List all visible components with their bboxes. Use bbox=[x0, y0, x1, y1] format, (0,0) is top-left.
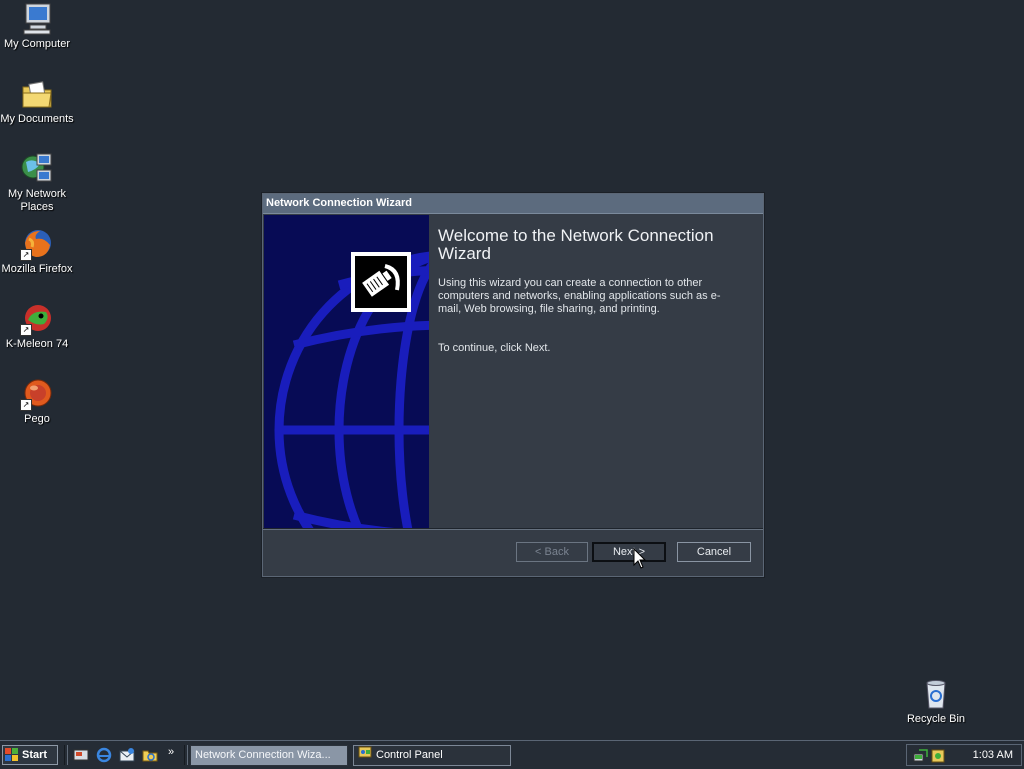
folder-icon bbox=[20, 77, 54, 111]
task-control-panel[interactable]: Control Panel bbox=[353, 745, 511, 766]
button-area-divider bbox=[263, 528, 763, 530]
outlook-express-icon[interactable] bbox=[119, 747, 135, 763]
wizard-side-banner bbox=[264, 215, 429, 528]
desktop-icon-pego[interactable]: ↗ Pego bbox=[0, 377, 74, 426]
recycle-bin-icon bbox=[919, 677, 953, 711]
network-cable-icon bbox=[351, 252, 411, 312]
shortcut-arrow-icon: ↗ bbox=[20, 324, 32, 336]
quick-launch-more-button[interactable]: » bbox=[168, 746, 174, 758]
window-titlebar[interactable]: Network Connection Wizard bbox=[263, 194, 763, 214]
show-desktop-icon[interactable] bbox=[73, 747, 89, 763]
computer-icon bbox=[20, 2, 54, 36]
shortcut-arrow-icon: ↗ bbox=[20, 249, 32, 261]
task-network-connection-wizard[interactable]: Network Connection Wiza... bbox=[190, 745, 348, 766]
desktop-icon-label: My Documents bbox=[0, 113, 74, 125]
desktop-icon-my-computer[interactable]: My Computer bbox=[0, 2, 74, 51]
wizard-description: Using this wizard you can create a conne… bbox=[438, 277, 721, 315]
system-tray: 1:03 AM bbox=[906, 744, 1022, 766]
shortcut-arrow-icon: ↗ bbox=[20, 399, 32, 411]
desktop-icon-label: Mozilla Firefox bbox=[1, 263, 73, 275]
security-tray-icon[interactable] bbox=[931, 748, 945, 767]
mouse-pointer-icon bbox=[633, 547, 647, 573]
kmeleon-icon: ↗ bbox=[20, 302, 54, 336]
windows-logo-icon bbox=[5, 748, 19, 762]
desktop: My Computer My Documents My Network Plac… bbox=[0, 0, 1024, 740]
desktop-icon-label: Recycle Bin bbox=[906, 713, 966, 725]
next-button[interactable]: Next > bbox=[592, 542, 666, 562]
start-button[interactable]: Start bbox=[2, 745, 58, 765]
windows-explorer-icon[interactable] bbox=[142, 747, 158, 763]
taskbar-separator bbox=[184, 745, 188, 765]
taskbar: Start » Network Connection Wiza... Contr… bbox=[0, 740, 1024, 769]
wizard-instruction: To continue, click Next. bbox=[438, 342, 551, 354]
clock[interactable]: 1:03 AM bbox=[973, 749, 1013, 761]
taskbar-separator bbox=[64, 745, 68, 765]
desktop-icon-label: My Computer bbox=[3, 38, 71, 50]
start-label: Start bbox=[22, 749, 48, 761]
desktop-icon-label: My Network Places bbox=[7, 188, 67, 213]
desktop-icon-label: K-Meleon 74 bbox=[5, 338, 69, 350]
desktop-icon-recycle-bin[interactable]: Recycle Bin bbox=[899, 677, 973, 726]
control-panel-icon bbox=[358, 746, 372, 765]
wizard-heading: Welcome to the Network Connection Wizard bbox=[438, 226, 714, 263]
network-tray-icon[interactable] bbox=[913, 748, 929, 767]
desktop-icon-my-documents[interactable]: My Documents bbox=[0, 77, 74, 126]
cancel-button[interactable]: Cancel bbox=[677, 542, 751, 562]
network-places-icon bbox=[20, 152, 54, 186]
desktop-icon-k-meleon[interactable]: ↗ K-Meleon 74 bbox=[0, 302, 74, 351]
pego-icon: ↗ bbox=[20, 377, 54, 411]
desktop-icon-mozilla-firefox[interactable]: ↗ Mozilla Firefox bbox=[0, 227, 74, 276]
internet-explorer-icon[interactable] bbox=[96, 747, 112, 763]
desktop-icon-my-network-places[interactable]: My Network Places bbox=[0, 152, 74, 214]
desktop-icon-label: Pego bbox=[24, 413, 50, 425]
firefox-icon: ↗ bbox=[20, 227, 54, 261]
back-button[interactable]: < Back bbox=[516, 542, 588, 562]
task-label: Control Panel bbox=[376, 749, 443, 761]
network-connection-wizard-window: Network Connection Wizard Welcome to the… bbox=[262, 193, 764, 577]
wizard-content: Welcome to the Network Connection Wizard… bbox=[438, 227, 738, 355]
task-label: Network Connection Wiza... bbox=[195, 749, 331, 761]
